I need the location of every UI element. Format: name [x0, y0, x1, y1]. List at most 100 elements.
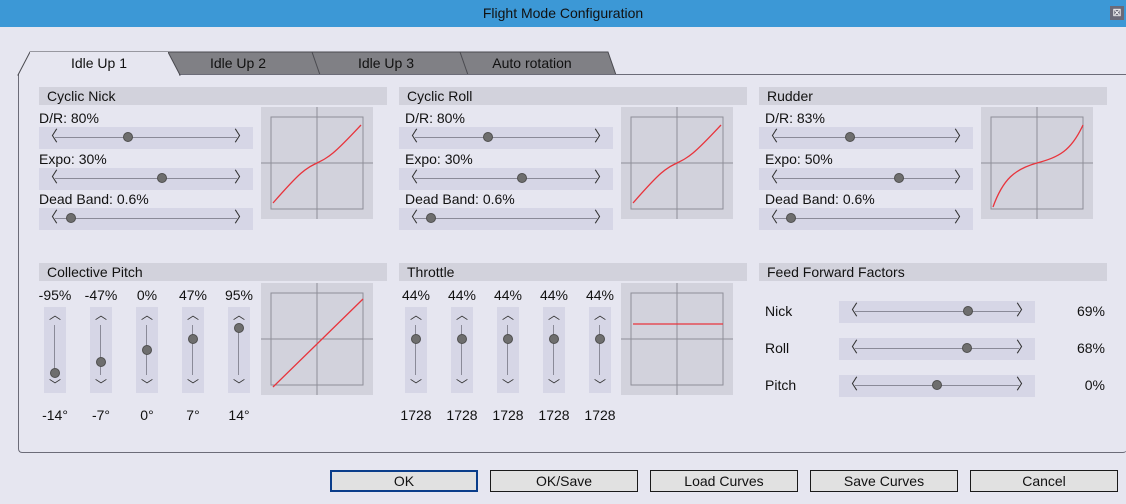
- cyclic-nick-dr-slider[interactable]: 〈〉: [39, 127, 253, 149]
- slider-knob[interactable]: [482, 132, 493, 142]
- throttle-point-vertical-slider[interactable]: ︿ ﹀: [543, 307, 565, 393]
- chevron-down-icon[interactable]: ﹀: [136, 379, 158, 391]
- slider-knob[interactable]: [142, 345, 152, 355]
- load-curves-button[interactable]: Load Curves: [650, 470, 798, 492]
- cyclic-roll-expo-slider[interactable]: 〈〉: [399, 168, 613, 190]
- throttle-header: Throttle: [399, 263, 747, 281]
- chevron-up-icon[interactable]: ︿: [451, 309, 473, 321]
- feed-forward-nick-slider[interactable]: 〈〉: [839, 301, 1035, 323]
- cyclic-roll-header: Cyclic Roll: [399, 87, 747, 105]
- slider-knob[interactable]: [96, 356, 106, 367]
- chevron-up-icon[interactable]: ︿: [228, 309, 250, 321]
- chevron-right-icon[interactable]: 〉: [954, 169, 969, 187]
- chevron-right-icon[interactable]: 〉: [234, 209, 249, 227]
- collective-point-bottom-value: 0°: [140, 407, 154, 423]
- cyclic-roll-dr-slider[interactable]: 〈〉: [399, 127, 613, 149]
- throttle-point-top-value: 44%: [447, 287, 477, 303]
- ok-save-button[interactable]: OK/Save: [490, 470, 638, 492]
- chevron-up-icon[interactable]: ︿: [497, 309, 519, 321]
- save-curves-button[interactable]: Save Curves: [810, 470, 958, 492]
- chevron-right-icon[interactable]: 〉: [954, 128, 969, 146]
- slider-knob[interactable]: [50, 367, 60, 378]
- slider-knob[interactable]: [549, 334, 559, 344]
- collective-point-vertical-slider[interactable]: ︿ ﹀: [136, 307, 158, 393]
- ok-button[interactable]: OK: [330, 470, 478, 492]
- chevron-up-icon[interactable]: ︿: [90, 309, 112, 321]
- throttle-point-vertical-slider[interactable]: ︿ ﹀: [589, 307, 611, 393]
- feed-forward-nick-value: 69%: [1076, 303, 1105, 319]
- chevron-right-icon[interactable]: 〉: [1016, 376, 1031, 394]
- chevron-down-icon[interactable]: ﹀: [182, 379, 204, 391]
- feed-forward-roll-value: 68%: [1076, 340, 1105, 356]
- chevron-right-icon[interactable]: 〉: [594, 209, 609, 227]
- slider-knob[interactable]: [66, 213, 77, 223]
- cyclic-nick-curve-graph: [261, 107, 373, 219]
- chevron-down-icon[interactable]: ﹀: [405, 379, 427, 391]
- rudder-deadband-slider[interactable]: 〈〉: [759, 208, 973, 230]
- chevron-right-icon[interactable]: 〉: [594, 169, 609, 187]
- collective-point-vertical-slider[interactable]: ︿ ﹀: [44, 307, 66, 393]
- chevron-right-icon[interactable]: 〉: [1016, 339, 1031, 357]
- slider-knob[interactable]: [411, 334, 421, 344]
- slider-knob[interactable]: [234, 322, 244, 333]
- chevron-down-icon[interactable]: ﹀: [543, 379, 565, 391]
- slider-knob[interactable]: [786, 213, 797, 223]
- slider-knob[interactable]: [426, 213, 437, 223]
- collective-pitch-header: Collective Pitch: [39, 263, 387, 281]
- chevron-right-icon[interactable]: 〉: [1016, 302, 1031, 320]
- chevron-up-icon[interactable]: ︿: [589, 309, 611, 321]
- throttle-point-vertical-slider[interactable]: ︿ ﹀: [451, 307, 473, 393]
- throttle-point-top-value: 44%: [401, 287, 431, 303]
- collective-point-vertical-slider[interactable]: ︿ ﹀: [182, 307, 204, 393]
- chevron-up-icon[interactable]: ︿: [182, 309, 204, 321]
- slider-knob[interactable]: [457, 334, 467, 344]
- chevron-down-icon[interactable]: ﹀: [451, 379, 473, 391]
- collective-point-bottom-value: -7°: [91, 407, 111, 423]
- chevron-right-icon[interactable]: 〉: [594, 128, 609, 146]
- slider-knob[interactable]: [893, 173, 904, 183]
- tab-idle-up-2[interactable]: Idle Up 2: [170, 52, 306, 74]
- chevron-up-icon[interactable]: ︿: [44, 309, 66, 321]
- rudder-dr-slider[interactable]: 〈〉: [759, 127, 973, 149]
- throttle-point-vertical-slider[interactable]: ︿ ﹀: [405, 307, 427, 393]
- slider-knob[interactable]: [157, 173, 168, 183]
- chevron-right-icon[interactable]: 〉: [234, 169, 249, 187]
- slider-knob[interactable]: [517, 173, 528, 183]
- chevron-down-icon[interactable]: ﹀: [90, 379, 112, 391]
- slider-knob[interactable]: [503, 334, 513, 344]
- tab-idle-up-1[interactable]: Idle Up 1: [30, 52, 168, 74]
- chevron-down-icon[interactable]: ﹀: [497, 379, 519, 391]
- rudder-curve-graph: [981, 107, 1093, 219]
- slider-knob[interactable]: [932, 380, 942, 390]
- slider-knob[interactable]: [122, 132, 133, 142]
- feed-forward-pitch-slider[interactable]: 〈〉: [839, 375, 1035, 397]
- chevron-down-icon[interactable]: ﹀: [44, 379, 66, 391]
- slider-knob[interactable]: [844, 132, 855, 142]
- chevron-right-icon[interactable]: 〉: [954, 209, 969, 227]
- rudder-header: Rudder: [759, 87, 1107, 105]
- chevron-down-icon[interactable]: ﹀: [589, 379, 611, 391]
- collective-point-vertical-slider[interactable]: ︿ ﹀: [90, 307, 112, 393]
- close-icon[interactable]: ⊠: [1110, 6, 1124, 20]
- chevron-up-icon[interactable]: ︿: [543, 309, 565, 321]
- cancel-button[interactable]: Cancel: [970, 470, 1118, 492]
- slider-knob[interactable]: [595, 334, 605, 344]
- chevron-up-icon[interactable]: ︿: [405, 309, 427, 321]
- slider-knob[interactable]: [963, 306, 974, 316]
- throttle-point-vertical-slider[interactable]: ︿ ﹀: [497, 307, 519, 393]
- chevron-up-icon[interactable]: ︿: [136, 309, 158, 321]
- slider-knob[interactable]: [188, 333, 198, 344]
- rudder-expo-slider[interactable]: 〈〉: [759, 168, 973, 190]
- collective-point-vertical-slider[interactable]: ︿ ﹀: [228, 307, 250, 393]
- tab-idle-up-3[interactable]: Idle Up 3: [316, 52, 456, 74]
- cyclic-nick-deadband-slider[interactable]: 〈〉: [39, 208, 253, 230]
- chevron-down-icon[interactable]: ﹀: [228, 379, 250, 391]
- cyclic-roll-deadband-slider[interactable]: 〈〉: [399, 208, 613, 230]
- tab-auto-rotation[interactable]: Auto rotation: [462, 52, 602, 74]
- chevron-right-icon[interactable]: 〉: [234, 128, 249, 146]
- collective-point-bottom-value: 14°: [228, 407, 250, 423]
- feed-forward-roll-slider[interactable]: 〈〉: [839, 338, 1035, 360]
- cyclic-nick-expo-slider[interactable]: 〈〉: [39, 168, 253, 190]
- collective-point-top-value: 0%: [136, 287, 158, 303]
- slider-knob[interactable]: [961, 343, 972, 353]
